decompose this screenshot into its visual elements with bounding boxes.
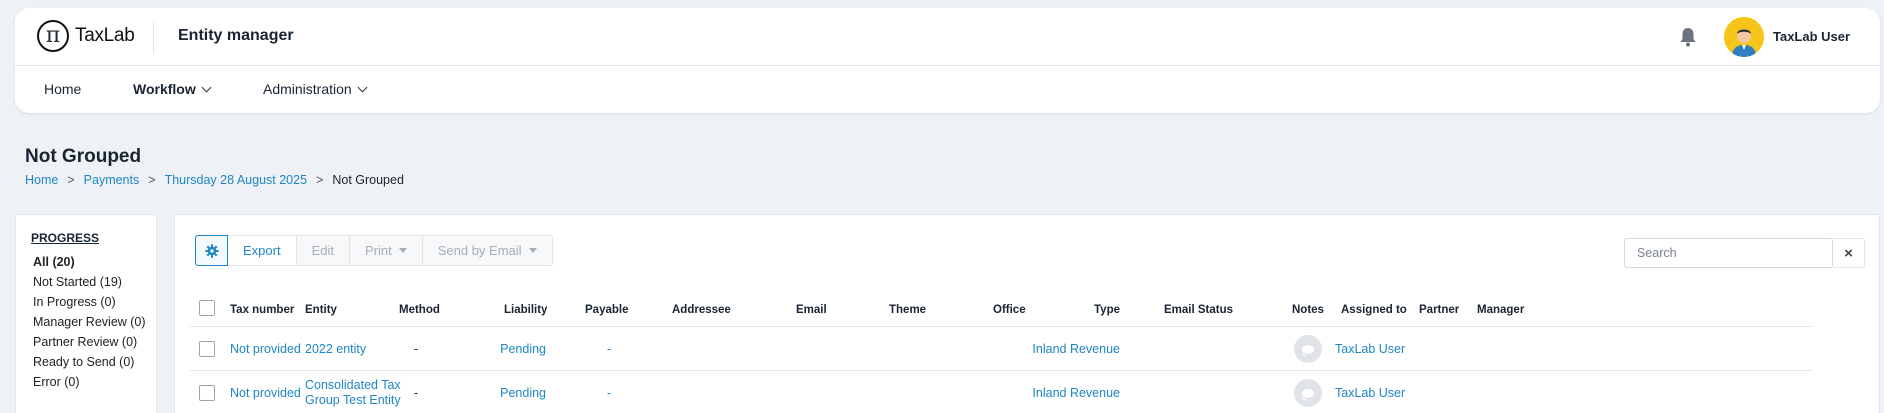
nav-workflow-label: Workflow (133, 81, 196, 97)
tax-number-cell[interactable]: Not provided (230, 342, 301, 357)
liability-cell[interactable]: Pending (494, 386, 546, 401)
column-header-partner[interactable]: Partner (1419, 303, 1459, 318)
entity-table: Tax number Entity Method Liability Payab… (189, 291, 1813, 413)
breadcrumb-separator: > (316, 173, 324, 187)
top-bar: π TaxLab Entity manager TaxLab User (15, 8, 1880, 66)
table-row[interactable]: Not provided Consolidated Tax Group Test… (189, 371, 1813, 413)
entity-cell[interactable]: 2022 entity (305, 342, 397, 357)
column-header-notes[interactable]: Notes (1292, 303, 1324, 318)
column-header-assigned-to[interactable]: Assigned to (1341, 303, 1407, 318)
caret-down-icon (398, 248, 407, 253)
user-name[interactable]: TaxLab User (1773, 29, 1850, 44)
column-header-tax-number[interactable]: Tax number (230, 303, 294, 318)
breadcrumb-date[interactable]: Thursday 28 August 2025 (165, 173, 307, 187)
progress-filter-in-progress[interactable]: In Progress (0) (33, 294, 153, 310)
row-checkbox[interactable] (199, 341, 215, 357)
notes-icon[interactable] (1294, 379, 1322, 407)
column-header-liability[interactable]: Liability (504, 303, 547, 318)
type-cell[interactable]: Inland Revenue (1019, 342, 1120, 357)
settings-button[interactable] (195, 235, 228, 266)
send-by-email-label: Send by Email (437, 243, 522, 258)
nav-administration[interactable]: Administration (263, 81, 368, 97)
progress-filter-all[interactable]: All (20) (33, 254, 153, 270)
progress-list: All (20) Not Started (19) In Progress (0… (33, 254, 153, 394)
liability-cell[interactable]: Pending (494, 342, 546, 357)
notes-icon[interactable] (1294, 335, 1322, 363)
payable-cell[interactable]: - (607, 342, 611, 357)
gear-icon (204, 243, 219, 258)
column-header-office[interactable]: Office (993, 303, 1026, 318)
breadcrumb-current: Not Grouped (332, 173, 404, 187)
logo-text: TaxLab (75, 25, 135, 46)
method-cell: - (413, 342, 419, 356)
header-card: π TaxLab Entity manager TaxLab User Home (15, 8, 1880, 113)
column-header-addressee[interactable]: Addressee (672, 303, 731, 318)
column-header-payable[interactable]: Payable (585, 303, 628, 318)
table-row[interactable]: Not provided 2022 entity - Pending - Inl… (189, 327, 1813, 371)
breadcrumb: Home > Payments > Thursday 28 August 202… (25, 173, 404, 187)
logo-pi-icon: π (37, 20, 69, 52)
toolbar: Export Edit Print Send by Email (195, 235, 553, 266)
nav-workflow[interactable]: Workflow (133, 81, 212, 97)
type-cell[interactable]: Inland Revenue (1019, 386, 1120, 401)
method-cell: - (413, 386, 419, 400)
progress-filter-not-started[interactable]: Not Started (19) (33, 274, 153, 290)
nav-administration-label: Administration (263, 81, 352, 97)
edit-button[interactable]: Edit (296, 236, 350, 265)
export-button[interactable]: Export (228, 236, 297, 265)
assigned-to-cell[interactable]: TaxLab User (1335, 342, 1405, 357)
breadcrumb-separator: > (67, 173, 75, 187)
nav-home[interactable]: Home (44, 81, 81, 97)
column-header-email[interactable]: Email (796, 303, 827, 318)
breadcrumb-payments[interactable]: Payments (84, 173, 140, 187)
column-header-email-status[interactable]: Email Status (1164, 303, 1233, 318)
progress-panel: PROGRESS All (20) Not Started (19) In Pr… (15, 214, 157, 413)
close-icon: × (1844, 244, 1853, 262)
app-logo[interactable]: π TaxLab (37, 20, 135, 52)
column-header-manager[interactable]: Manager (1477, 303, 1524, 318)
nav-home-label: Home (44, 81, 82, 97)
progress-filter-ready-to-send[interactable]: Ready to Send (0) (33, 354, 153, 370)
payable-cell[interactable]: - (607, 386, 611, 401)
breadcrumb-home[interactable]: Home (25, 173, 58, 187)
assigned-to-cell[interactable]: TaxLab User (1335, 386, 1405, 401)
chevron-down-icon (357, 82, 368, 92)
notification-bell-icon[interactable] (1675, 24, 1701, 50)
app-title: Entity manager (178, 27, 294, 44)
table-header-row: Tax number Entity Method Liability Payab… (189, 291, 1813, 327)
column-header-type[interactable]: Type (1069, 303, 1120, 318)
row-checkbox[interactable] (199, 385, 215, 401)
select-all-checkbox[interactable] (199, 300, 215, 316)
caret-down-icon (528, 248, 537, 253)
main-panel: Export Edit Print Send by Email × Tax nu… (174, 214, 1880, 413)
print-label: Print (364, 243, 392, 258)
main-nav: Home Workflow Administration (15, 66, 1880, 113)
progress-filter-error[interactable]: Error (0) (33, 374, 153, 390)
clear-search-button[interactable]: × (1833, 238, 1865, 268)
search-input[interactable] (1624, 238, 1833, 268)
progress-filter-partner-review[interactable]: Partner Review (0) (33, 334, 153, 350)
page-title: Not Grouped (25, 146, 142, 167)
breadcrumb-separator: > (148, 173, 156, 187)
column-header-method[interactable]: Method (399, 303, 440, 318)
chevron-down-icon (201, 82, 212, 92)
progress-filter-manager-review[interactable]: Manager Review (0) (33, 314, 153, 330)
print-button[interactable]: Print (349, 236, 423, 265)
user-avatar[interactable] (1724, 17, 1764, 57)
entity-cell[interactable]: Consolidated Tax Group Test Entity (305, 378, 403, 408)
column-header-theme[interactable]: Theme (889, 303, 926, 318)
progress-heading: PROGRESS (31, 231, 100, 245)
column-header-entity[interactable]: Entity (305, 303, 337, 318)
divider (153, 21, 154, 53)
send-by-email-button[interactable]: Send by Email (422, 236, 552, 265)
tax-number-cell[interactable]: Not provided (230, 386, 301, 401)
